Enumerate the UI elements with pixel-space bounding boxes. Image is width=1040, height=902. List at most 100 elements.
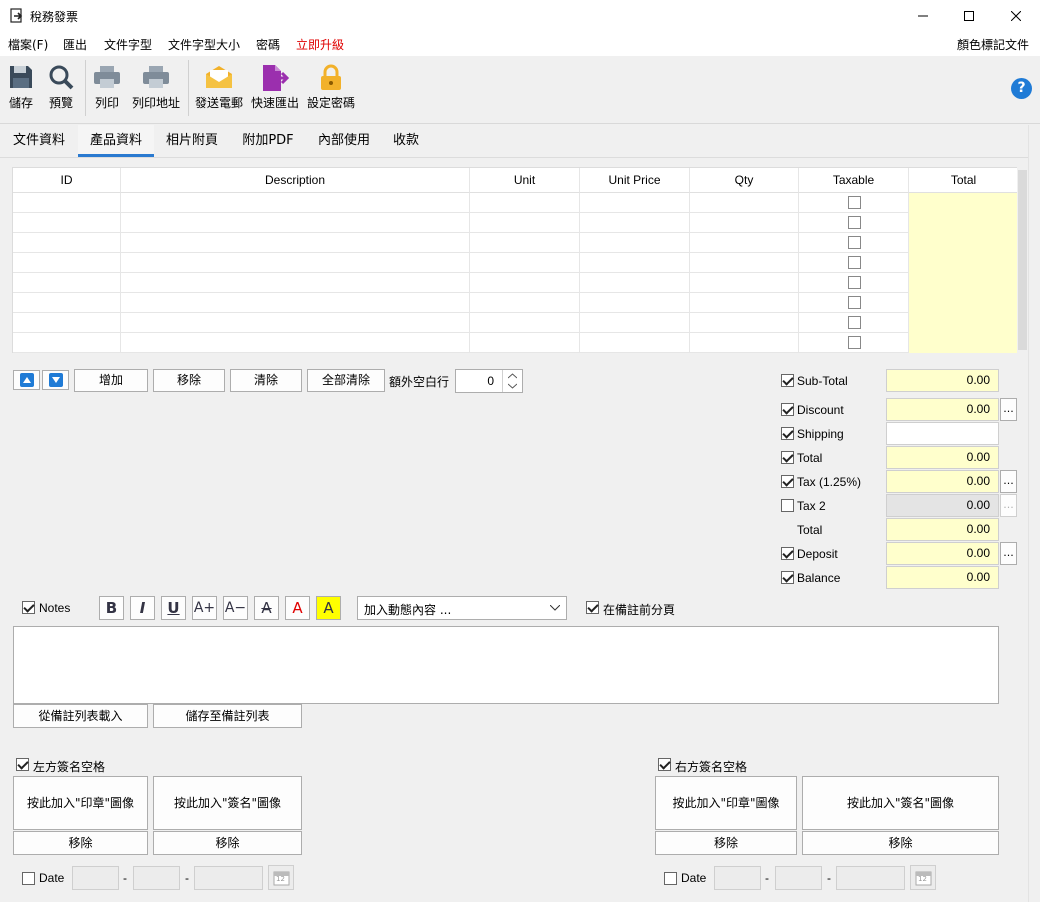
cell-unit[interactable] (470, 253, 580, 273)
set-password-button[interactable]: 設定密碼 (305, 60, 357, 120)
help-icon[interactable]: ? (1011, 78, 1032, 99)
tax-more-button[interactable]: ... (1000, 470, 1017, 493)
spin-down-icon[interactable] (508, 383, 517, 389)
taxable-checkbox[interactable] (848, 316, 861, 329)
italic-button[interactable]: I (130, 596, 155, 620)
table-row[interactable] (13, 193, 1018, 213)
maximize-button[interactable] (946, 0, 992, 32)
grid-scrollbar[interactable] (1017, 167, 1028, 353)
preview-button[interactable]: 預覽 (44, 60, 78, 120)
underline-button[interactable]: U (161, 596, 186, 620)
close-button[interactable] (993, 0, 1039, 32)
cell-unit[interactable] (470, 293, 580, 313)
minimize-button[interactable] (900, 0, 946, 32)
move-up-button[interactable] (13, 370, 40, 390)
cell-unit-price[interactable] (580, 333, 690, 353)
cell-qty[interactable] (690, 293, 799, 313)
cell-id[interactable] (13, 233, 121, 253)
cell-id[interactable] (13, 293, 121, 313)
tax-checkbox[interactable] (781, 475, 794, 488)
cell-id[interactable] (13, 313, 121, 333)
right-stamp-image-button[interactable]: 按此加入"印章"圖像 (655, 776, 797, 830)
font-smaller-button[interactable]: A− (223, 596, 248, 620)
cell-unit[interactable] (470, 333, 580, 353)
cell-id[interactable] (13, 193, 121, 213)
shipping-field[interactable] (886, 422, 999, 445)
left-signature-remove-button[interactable]: 移除 (153, 831, 302, 855)
left-stamp-image-button[interactable]: 按此加入"印章"圖像 (13, 776, 148, 830)
cell-taxable[interactable] (799, 293, 909, 313)
column-header-taxable[interactable]: Taxable (799, 168, 909, 193)
left-signature-image-button[interactable]: 按此加入"簽名"圖像 (153, 776, 302, 830)
send-email-button[interactable]: 發送電郵 (193, 60, 245, 120)
cell-qty[interactable] (690, 273, 799, 293)
page-scrollbar[interactable] (1028, 125, 1040, 902)
cell-taxable[interactable] (799, 313, 909, 333)
cell-qty[interactable] (690, 333, 799, 353)
balance-checkbox[interactable] (781, 571, 794, 584)
cell-unit-price[interactable] (580, 213, 690, 233)
cell-description[interactable] (121, 193, 470, 213)
column-header-qty[interactable]: Qty (690, 168, 799, 193)
cell-id[interactable] (13, 273, 121, 293)
column-header-total[interactable]: Total (909, 168, 1018, 193)
cell-description[interactable] (121, 253, 470, 273)
right-stamp-remove-button[interactable]: 移除 (655, 831, 797, 855)
taxable-checkbox[interactable] (848, 296, 861, 309)
menu-export[interactable]: 匯出 (63, 36, 87, 53)
table-row[interactable] (13, 233, 1018, 253)
extra-blank-rows-value[interactable]: 0 (487, 374, 494, 388)
cell-id[interactable] (13, 213, 121, 233)
column-header-unit[interactable]: Unit (470, 168, 580, 193)
menu-color-tag[interactable]: 顏色標記文件 (957, 36, 1029, 53)
cell-id[interactable] (13, 253, 121, 273)
cell-unit[interactable] (470, 313, 580, 333)
cell-unit[interactable] (470, 233, 580, 253)
table-row[interactable] (13, 293, 1018, 313)
save-to-notes-list-button[interactable]: 儲存至備註列表 (153, 704, 302, 728)
grid-scrollbar-thumb[interactable] (1018, 170, 1027, 350)
cell-id[interactable] (13, 333, 121, 353)
clear-all-button[interactable]: 全部清除 (307, 369, 385, 392)
cell-taxable[interactable] (799, 233, 909, 253)
taxable-checkbox[interactable] (848, 256, 861, 269)
cell-description[interactable] (121, 273, 470, 293)
dynamic-content-dropdown[interactable]: 加入動態內容 ... (357, 596, 567, 620)
spin-up-icon[interactable] (508, 373, 517, 379)
cell-qty[interactable] (690, 193, 799, 213)
move-down-button[interactable] (42, 370, 69, 390)
font-larger-button[interactable]: A+ (192, 596, 217, 620)
remove-row-button[interactable]: 移除 (153, 369, 225, 392)
left-date-checkbox[interactable] (22, 872, 35, 885)
cell-description[interactable] (121, 213, 470, 233)
deposit-more-button[interactable]: ... (1000, 542, 1017, 565)
bold-button[interactable]: B (99, 596, 124, 620)
font-color-button[interactable]: A (285, 596, 310, 620)
table-row[interactable] (13, 213, 1018, 233)
tab-photo-attachment[interactable]: 相片附頁 (154, 125, 230, 157)
taxable-checkbox[interactable] (848, 196, 861, 209)
strikethrough-button[interactable]: A (254, 596, 279, 620)
taxable-checkbox[interactable] (848, 236, 861, 249)
tab-payment[interactable]: 收款 (382, 125, 430, 157)
tab-attach-pdf[interactable]: 附加PDF (230, 125, 306, 157)
cell-taxable[interactable] (799, 193, 909, 213)
menu-document-font[interactable]: 文件字型 (104, 36, 152, 53)
left-signature-checkbox[interactable] (16, 758, 29, 771)
tab-product-info[interactable]: 產品資料 (78, 125, 154, 157)
cell-qty[interactable] (690, 233, 799, 253)
notes-checkbox[interactable] (22, 601, 35, 614)
column-header-description[interactable]: Description (121, 168, 470, 193)
cell-unit-price[interactable] (580, 253, 690, 273)
tab-internal-use[interactable]: 內部使用 (306, 125, 382, 157)
right-signature-image-button[interactable]: 按此加入"簽名"圖像 (802, 776, 999, 830)
cell-qty[interactable] (690, 213, 799, 233)
discount-checkbox[interactable] (781, 403, 794, 416)
highlight-button[interactable]: A (316, 596, 341, 620)
right-signature-checkbox[interactable] (658, 758, 671, 771)
sub-total-checkbox[interactable] (781, 374, 794, 387)
menu-upgrade[interactable]: 立即升級 (296, 36, 344, 53)
cell-unit[interactable] (470, 213, 580, 233)
cell-qty[interactable] (690, 253, 799, 273)
cell-taxable[interactable] (799, 333, 909, 353)
